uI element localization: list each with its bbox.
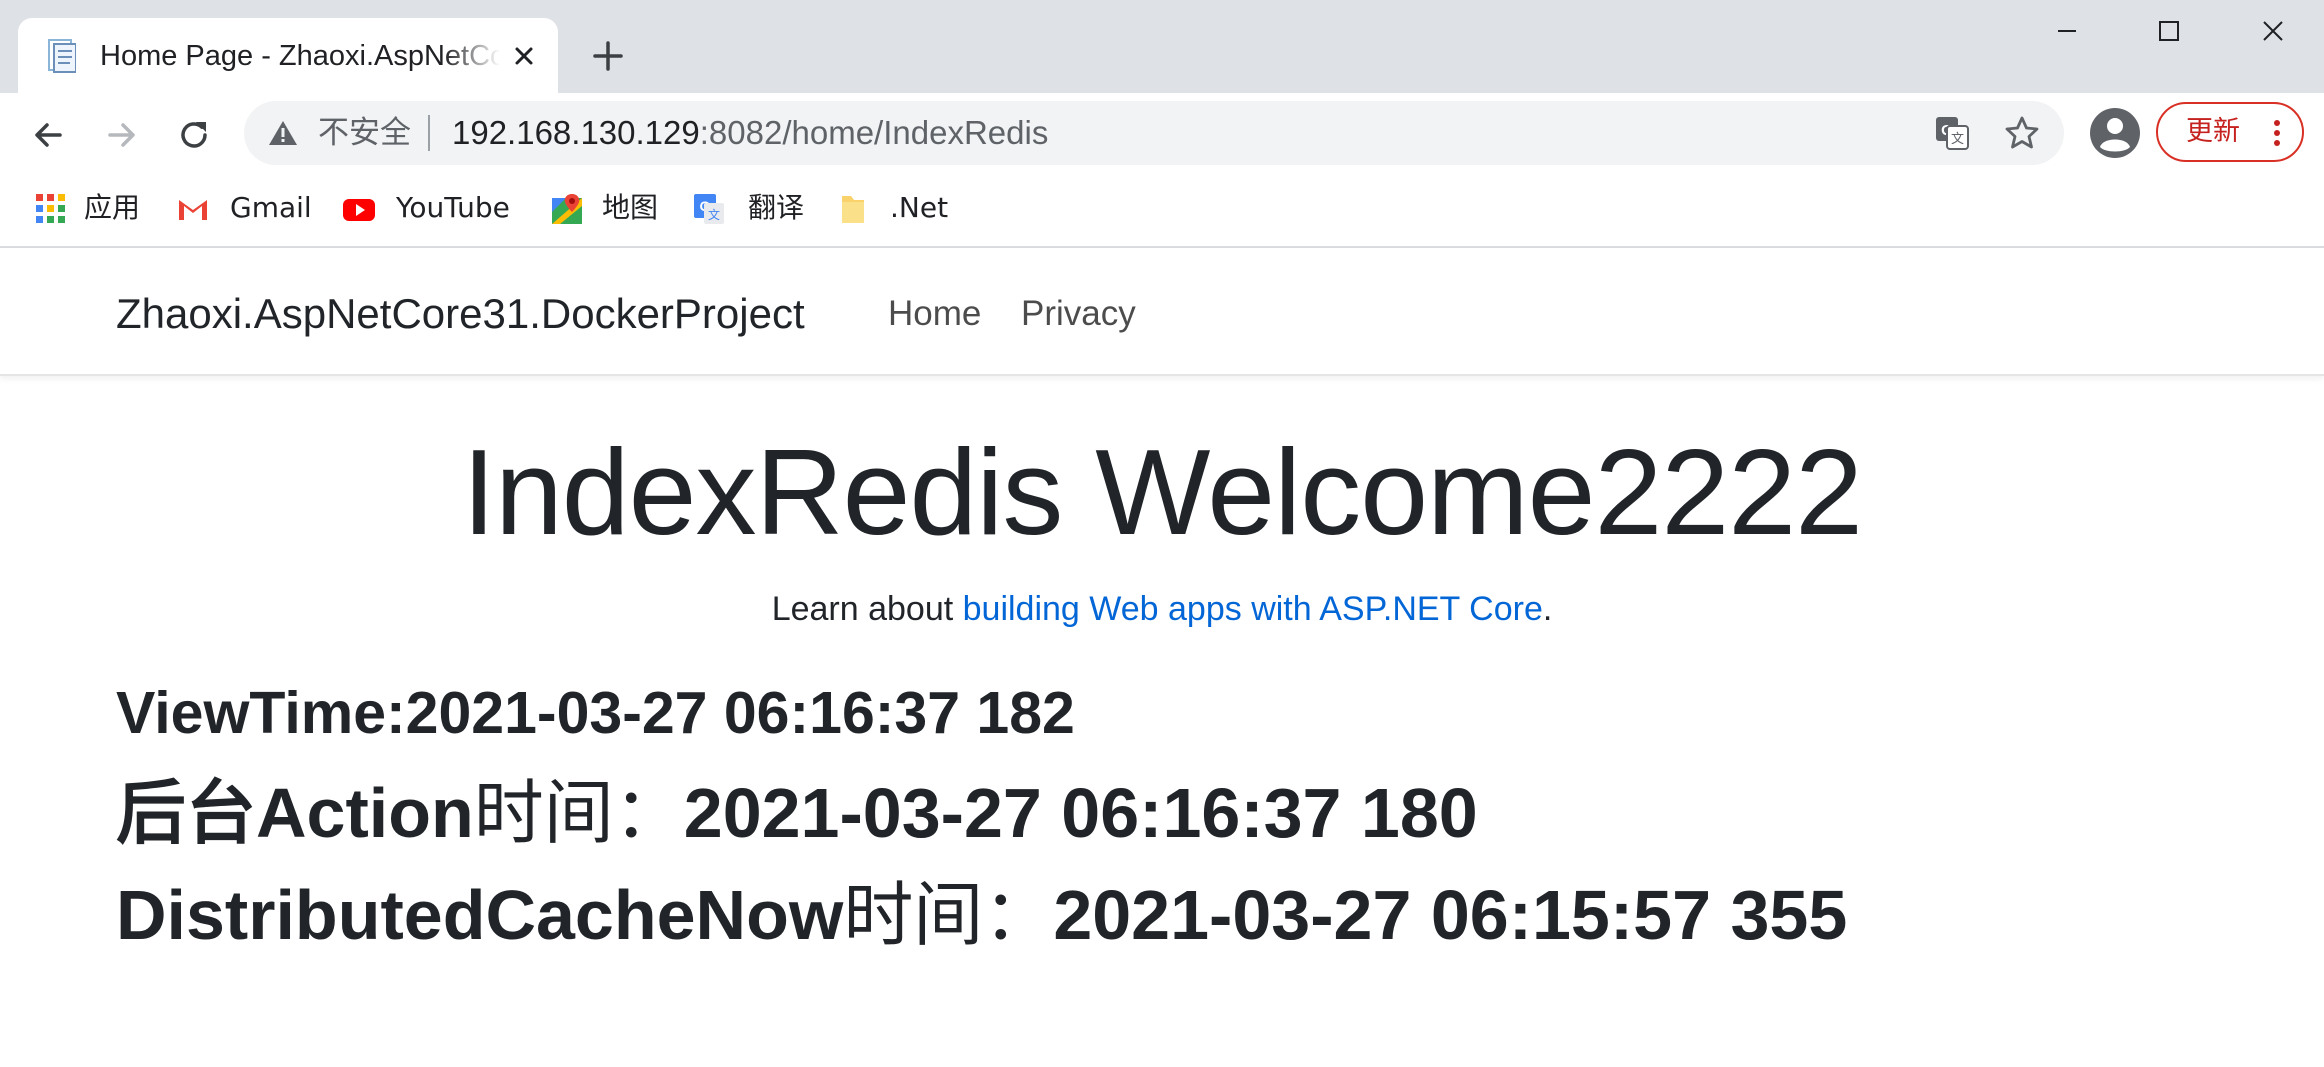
learn-suffix: . bbox=[1542, 590, 1553, 628]
profile-avatar-icon[interactable] bbox=[2088, 106, 2142, 160]
svg-text:文: 文 bbox=[708, 207, 720, 222]
minimize-icon[interactable] bbox=[2032, 8, 2102, 54]
learn-paragraph: Learn about building Web apps with ASP.N… bbox=[0, 586, 2324, 632]
gmail-icon bbox=[178, 198, 208, 220]
view-time-label: ViewTime: bbox=[116, 680, 406, 746]
url-text[interactable]: 192.168.130.129:8082/home/IndexRedis bbox=[452, 113, 1048, 153]
bookmark-label: YouTube bbox=[396, 191, 510, 224]
tab-title: Home Page - Zhaoxi.AspNetCore31.DockerPr… bbox=[100, 40, 500, 72]
cache-time-value: 2021-03-27 06:15:57 355 bbox=[1053, 876, 1848, 954]
page-translate-icon[interactable]: G 文 bbox=[1934, 115, 1970, 151]
learn-prefix: Learn about bbox=[771, 590, 963, 628]
site-brand-link[interactable]: Zhaoxi.AspNetCore31.DockerProject bbox=[116, 288, 805, 340]
folder-icon bbox=[842, 196, 864, 223]
youtube-icon bbox=[343, 199, 375, 221]
more-menu-icon[interactable] bbox=[2270, 118, 2284, 148]
cache-time-label: DistributedCacheNow bbox=[116, 876, 844, 954]
nav-privacy-link[interactable]: Privacy bbox=[1021, 288, 1136, 340]
cache-time-line: DistributedCacheNow时间：2021-03-27 06:15:5… bbox=[116, 872, 1847, 958]
close-icon[interactable] bbox=[508, 40, 540, 72]
address-separator bbox=[428, 115, 430, 151]
bookmark-star-icon[interactable] bbox=[2004, 115, 2040, 151]
bookmark-label: 应用 bbox=[84, 191, 141, 224]
maps-icon bbox=[552, 194, 582, 224]
apps-grid-icon bbox=[36, 194, 65, 223]
tab-strip: Home Page - Zhaoxi.AspNetCore31.DockerPr… bbox=[0, 0, 2324, 93]
bookmark-label: .Net bbox=[890, 191, 949, 224]
bookmark-label: 地图 bbox=[602, 191, 659, 224]
maximize-icon[interactable] bbox=[2134, 8, 2204, 54]
window-close-icon[interactable] bbox=[2238, 8, 2308, 54]
view-time-line: ViewTime:2021-03-27 06:16:37 182 bbox=[116, 676, 1075, 750]
new-tab-button[interactable] bbox=[588, 36, 628, 76]
action-time-line: 后台Action时间：2021-03-27 06:16:37 180 bbox=[116, 770, 1478, 856]
reload-icon[interactable] bbox=[172, 113, 216, 157]
cache-time-suffix: 时间： bbox=[843, 874, 1054, 956]
back-arrow-icon[interactable] bbox=[26, 113, 70, 157]
svg-text:文: 文 bbox=[1951, 132, 1964, 147]
forward-arrow-icon[interactable] bbox=[100, 113, 144, 157]
nav-home-link[interactable]: Home bbox=[888, 288, 981, 340]
action-time-label: 后台Action bbox=[116, 774, 474, 852]
bookmark-label: Gmail bbox=[230, 191, 312, 224]
view-time-value: 2021-03-27 06:16:37 182 bbox=[405, 680, 1075, 746]
aspnet-docs-link[interactable]: building Web apps with ASP.NET Core bbox=[963, 590, 1543, 628]
document-icon bbox=[48, 39, 76, 73]
update-button[interactable]: 更新 bbox=[2156, 102, 2304, 162]
browser-toolbar: 不安全 192.168.130.129:8082/home/IndexRedis… bbox=[0, 93, 2324, 174]
update-label: 更新 bbox=[2186, 116, 2240, 147]
warning-icon[interactable] bbox=[268, 119, 298, 147]
url-host: 192.168.130.129 bbox=[452, 114, 700, 151]
security-label[interactable]: 不安全 bbox=[318, 113, 411, 153]
site-navbar: Zhaoxi.AspNetCore31.DockerProject Home P… bbox=[0, 248, 2324, 376]
bookmark-label: 翻译 bbox=[748, 191, 805, 224]
url-path: :8082/home/IndexRedis bbox=[699, 114, 1049, 151]
action-time-value: 2021-03-27 06:16:37 180 bbox=[683, 774, 1478, 852]
address-bar[interactable]: 不安全 192.168.130.129:8082/home/IndexRedis… bbox=[244, 101, 2064, 165]
browser-tab[interactable]: Home Page - Zhaoxi.AspNetCore31.DockerPr… bbox=[18, 18, 558, 93]
translate-icon: G 文 bbox=[694, 194, 724, 224]
page-title: IndexRedis Welcome2222 bbox=[462, 424, 1863, 560]
web-page: Zhaoxi.AspNetCore31.DockerProject Home P… bbox=[0, 248, 2324, 1067]
bookmarks-bar: 应用 Gmail YouTube 地图 G 文 翻译 bbox=[0, 174, 2324, 248]
action-time-suffix: 时间： bbox=[473, 772, 684, 854]
